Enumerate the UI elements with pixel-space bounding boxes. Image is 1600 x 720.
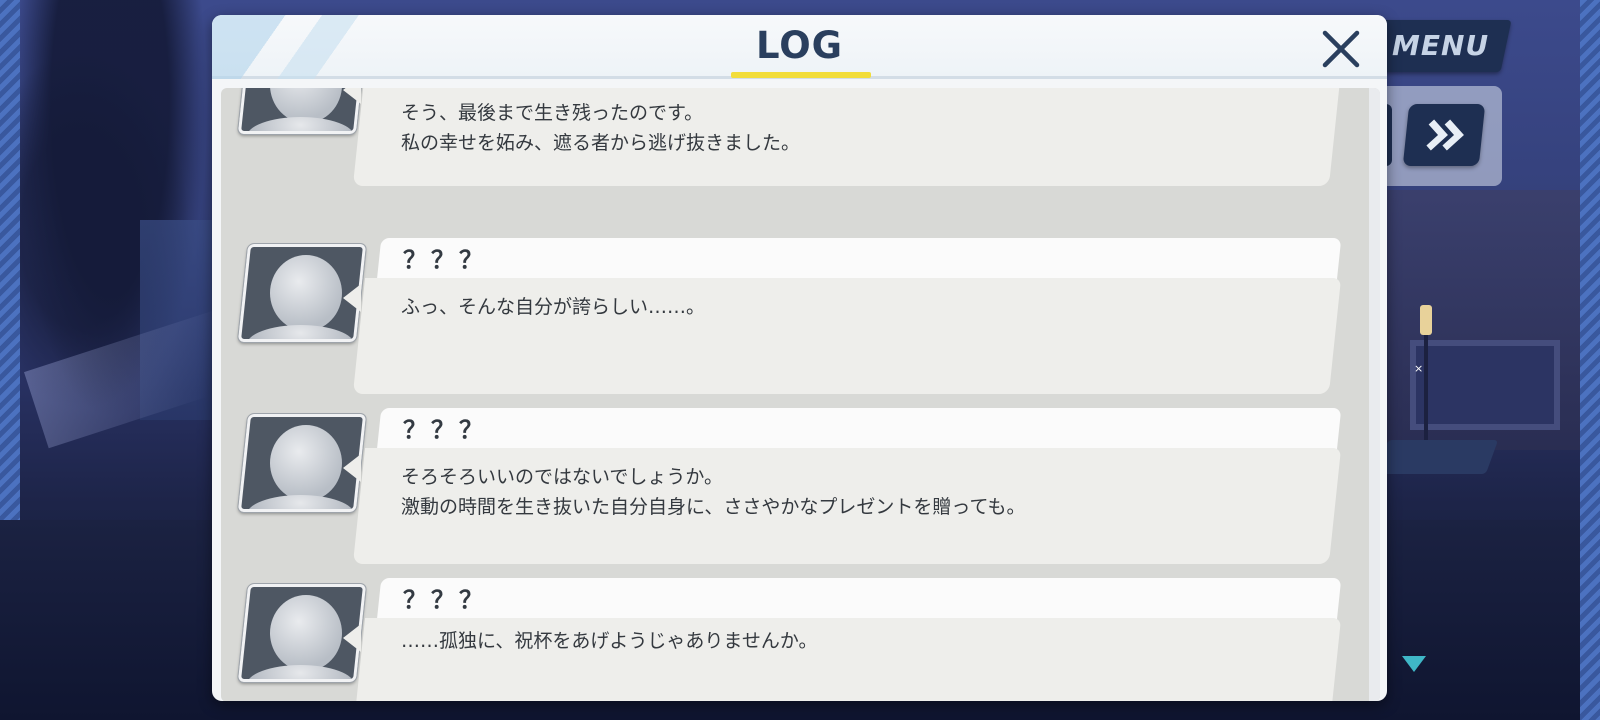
scrollbar[interactable] [1369, 88, 1380, 701]
dialogue-line: そろそろいいのではないでしょうか。 [401, 466, 724, 488]
menu-button-label[interactable]: MENU [1392, 28, 1489, 64]
avatar-head [270, 255, 342, 331]
bubble-pointer [343, 88, 361, 104]
speaker-name-tab [376, 238, 1342, 282]
log-entry: ？？？ そろそろいいのではないでしょうか。 激動の時間を生き抜いた自分自身に、さ… [221, 408, 1361, 568]
log-entry: ？？？ ふっ、そんな自分が誇らしい……。 [221, 238, 1361, 398]
page-title: LOG [755, 24, 844, 67]
speaker-name-tab [376, 578, 1342, 622]
avatar-shoulders [246, 325, 355, 342]
speaker-name-tab [376, 408, 1342, 452]
avatar-shoulders [246, 495, 355, 512]
bubble-pointer [343, 284, 361, 312]
fast-forward-icon [1426, 119, 1464, 151]
dialogue-line: 激動の時間を生き抜いた自分自身に、ささやかなプレゼントを贈っても。 [401, 496, 1026, 518]
dialogue-line: ……孤独に、祝杯をあげようじゃありませんか。 [401, 630, 818, 652]
log-header: LOG [212, 15, 1387, 79]
log-panel: LOG ？？？ そう、最後まで生き残ったのです。 私の幸せを妬み、遮る者から逃げ… [212, 15, 1387, 701]
avatar-head [270, 595, 342, 671]
right-building-window [1410, 340, 1560, 430]
right-border-stripe [1580, 0, 1600, 720]
street-lamp-pole [1424, 335, 1428, 455]
dialogue-line: 私の幸せを妬み、遮る者から逃げ抜きました。 [401, 132, 801, 154]
advance-arrow-icon[interactable] [1402, 656, 1426, 672]
log-entry: ？？？ そう、最後まで生き残ったのです。 私の幸せを妬み、遮る者から逃げ抜きまし… [221, 88, 1361, 190]
close-icon [1322, 30, 1360, 68]
bubble-pointer [343, 454, 361, 482]
avatar-shoulders [246, 117, 355, 134]
log-entry: ？？？ ……孤独に、祝杯をあげようじゃありませんか。 [221, 578, 1361, 701]
skip-button[interactable] [1402, 104, 1486, 166]
dialogue-line: そう、最後まで生き残ったのです。 [401, 102, 704, 124]
avatar-shoulders [246, 665, 355, 682]
speaker-name: ？？？ [403, 586, 487, 614]
street-lamp [1420, 305, 1432, 335]
dialogue-line: ふっ、そんな自分が誇らしい……。 [401, 296, 706, 318]
title-underline [731, 72, 871, 78]
close-button[interactable] [1317, 25, 1365, 73]
speaker-name: ？？？ [403, 246, 487, 274]
log-list[interactable]: ？？？ そう、最後まで生き残ったのです。 私の幸せを妬み、遮る者から逃げ抜きまし… [221, 88, 1380, 701]
bubble-pointer [343, 624, 361, 652]
avatar-head [270, 425, 342, 501]
bench [1375, 440, 1499, 474]
close-marker-icon: × [1414, 362, 1424, 375]
speaker-name: ？？？ [403, 416, 487, 444]
